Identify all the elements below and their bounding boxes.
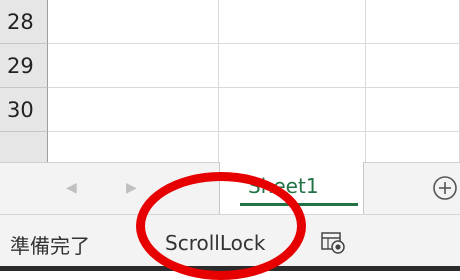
grid-cell[interactable] <box>219 88 366 132</box>
grid-row: 28 <box>0 0 460 45</box>
scroll-lock-indicator[interactable]: ScrollLock <box>165 231 265 255</box>
grid-cell[interactable] <box>366 44 460 88</box>
sheet-tab-label: Sheet1 <box>248 174 319 198</box>
spreadsheet-grid: 28 29 30 <box>0 0 460 162</box>
active-tab-underline <box>240 203 358 206</box>
row-header-30[interactable]: 30 <box>0 88 48 132</box>
scroll-tabs-right-icon[interactable]: ▶ <box>126 180 137 196</box>
grid-cell[interactable] <box>48 0 219 44</box>
grid-cell[interactable] <box>48 88 219 132</box>
sheet-tab-bar: ◀ ▶ Sheet1 <box>0 162 460 214</box>
row-header-partial[interactable] <box>0 132 48 162</box>
grid-cell[interactable] <box>219 0 366 44</box>
row-header-28[interactable]: 28 <box>0 0 48 44</box>
status-ready-text: 準備完了 <box>10 234 90 258</box>
grid-cell[interactable] <box>48 132 219 162</box>
grid-cell[interactable] <box>366 132 460 162</box>
plus-circle-icon[interactable] <box>430 173 460 203</box>
row-header-29[interactable]: 29 <box>0 44 48 88</box>
sheet-tab-sheet1[interactable]: Sheet1 <box>219 162 364 214</box>
grid-cell[interactable] <box>219 132 366 162</box>
grid-row-partial <box>0 132 460 162</box>
grid-cell[interactable] <box>48 44 219 88</box>
grid-row: 29 <box>0 44 460 89</box>
status-bar: 準備完了 ScrollLock <box>0 214 460 266</box>
grid-cell[interactable] <box>219 44 366 88</box>
window-bottom-edge <box>0 266 460 271</box>
grid-cell[interactable] <box>366 0 460 44</box>
grid-row: 30 <box>0 88 460 133</box>
grid-cell[interactable] <box>366 88 460 132</box>
scroll-tabs-left-icon[interactable]: ◀ <box>66 180 77 196</box>
macro-record-icon[interactable] <box>318 229 348 257</box>
